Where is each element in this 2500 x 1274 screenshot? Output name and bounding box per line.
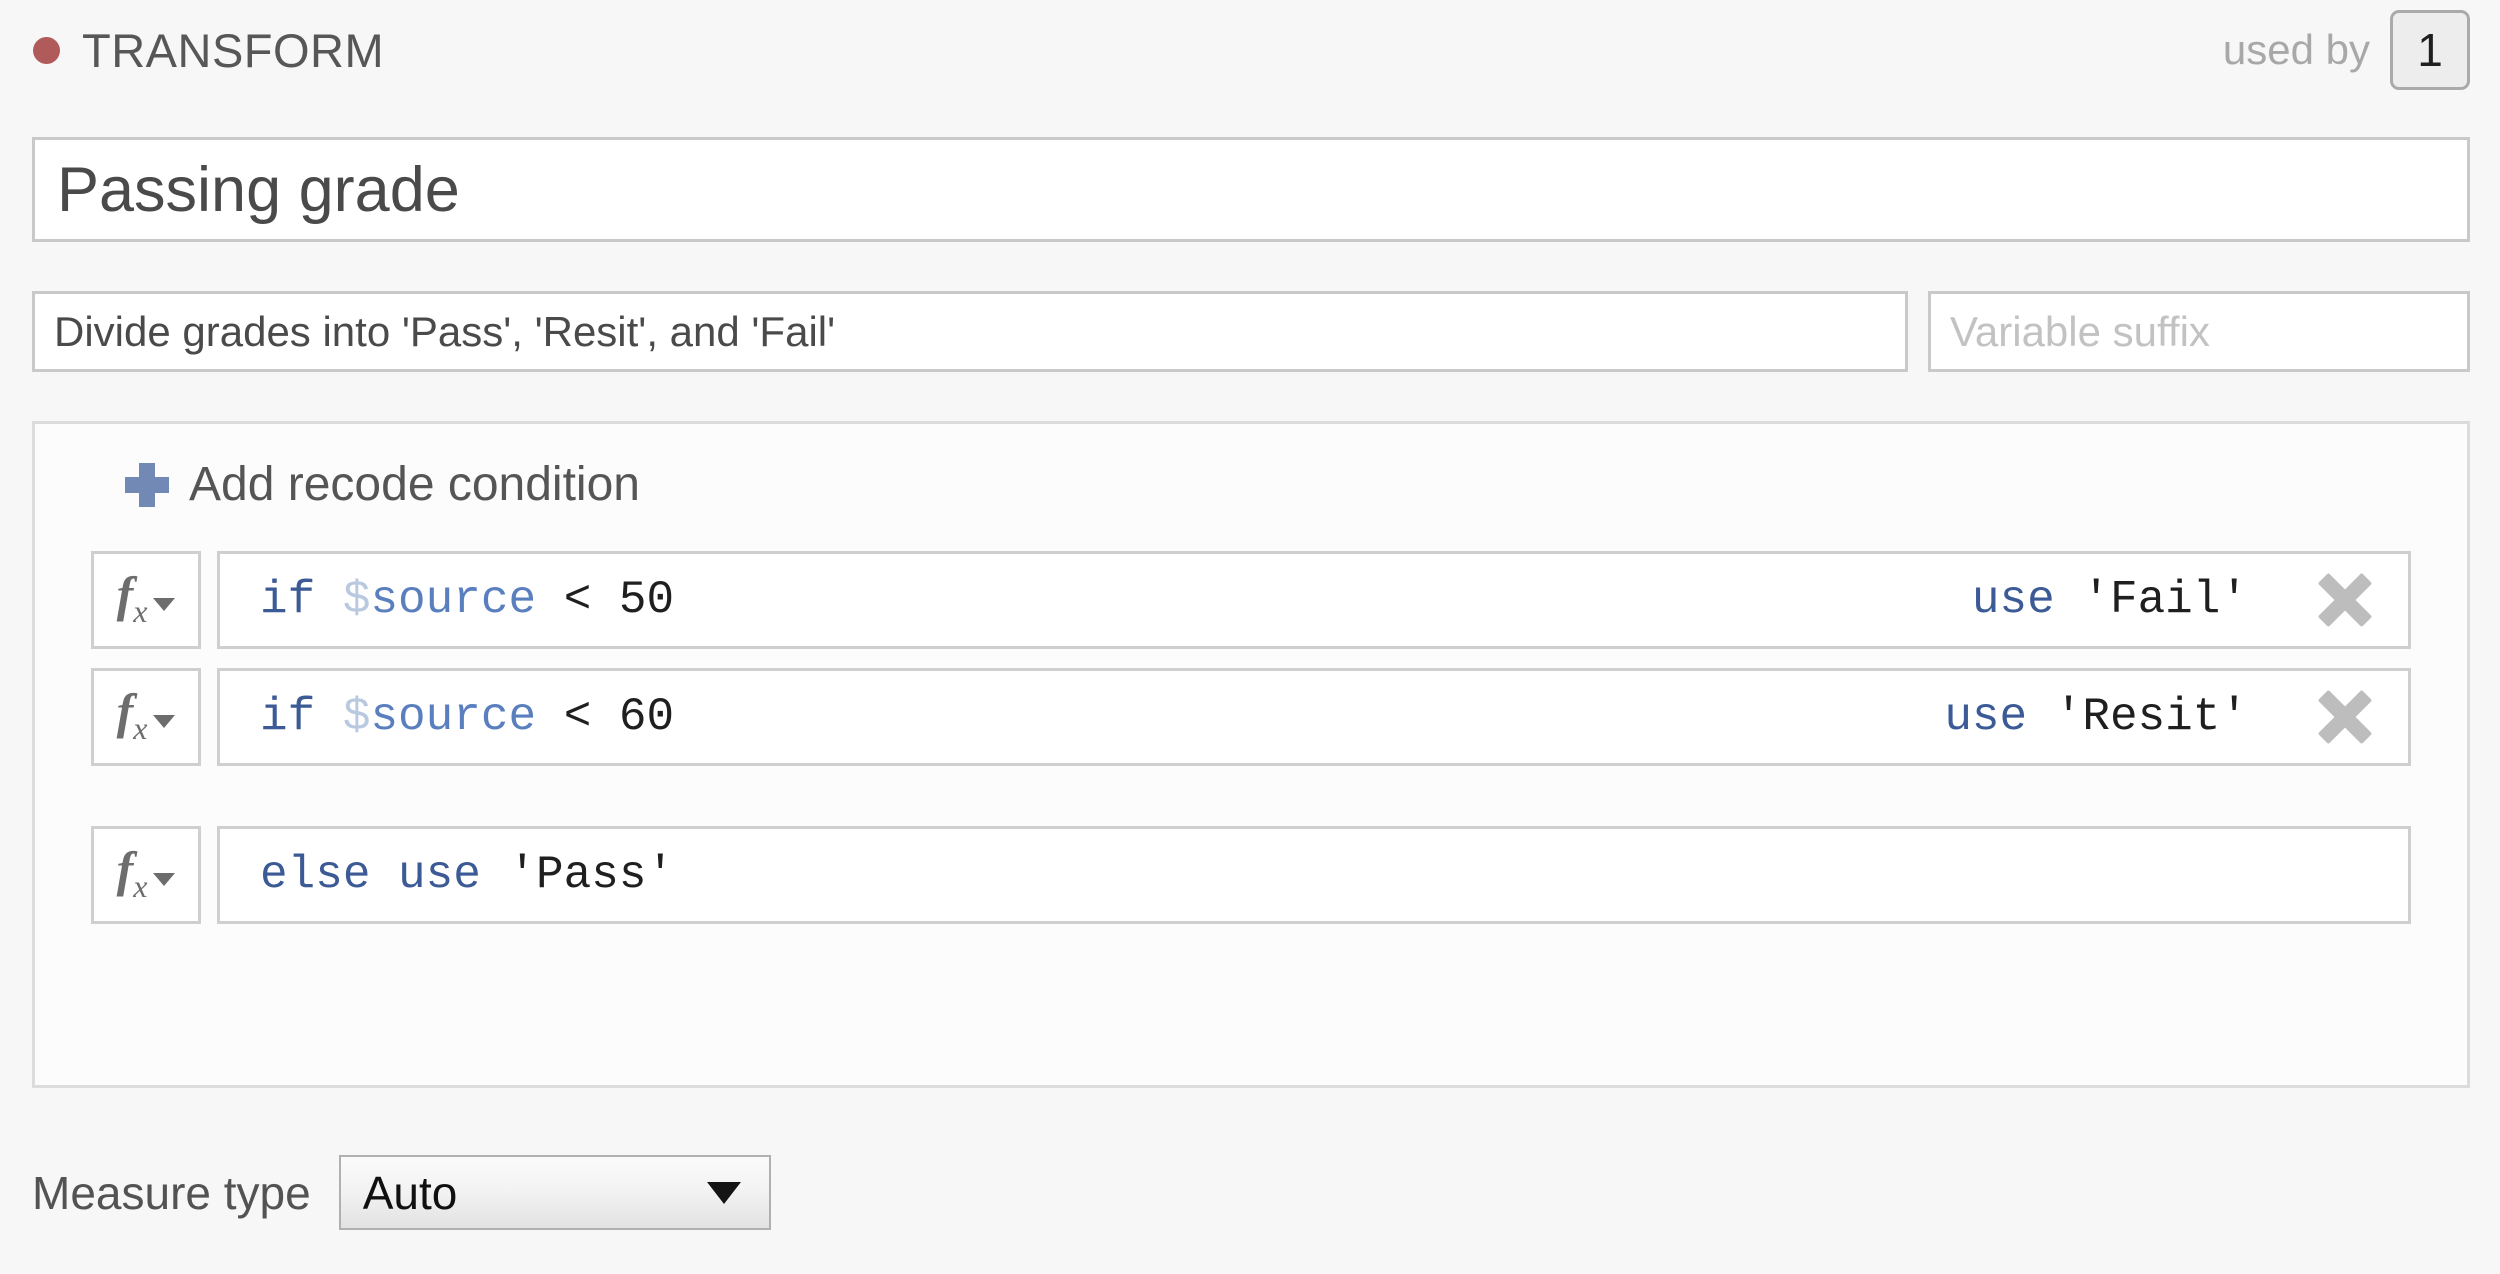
description-row: Divide grades into 'Pass', 'Resit', and … — [32, 291, 2470, 372]
recode-condition-row: fx if $source < 60 use 'Resit' — [91, 668, 2467, 766]
measure-type-label: Measure type — [32, 1166, 311, 1219]
if-keyword: if — [260, 691, 316, 743]
chevron-down-icon — [153, 872, 176, 886]
formula-mode-button[interactable]: fx — [91, 551, 201, 649]
use-keyword: use — [1971, 574, 2055, 626]
source-sigil: $ — [342, 574, 371, 626]
condition-operator: < 60 — [563, 691, 675, 743]
if-keyword: if — [260, 574, 316, 626]
use-value: 'Resit' — [2054, 691, 2248, 743]
measure-type-select[interactable]: Auto — [338, 1155, 771, 1230]
add-recode-condition-label: Add recode condition — [189, 458, 640, 511]
used-by-group: used by 1 — [2223, 10, 2470, 90]
recode-condition-list: fx if $source < 50 use 'Fail' fx if $sou… — [35, 551, 2467, 943]
transform-description-input[interactable]: Divide grades into 'Pass', 'Resit', and … — [32, 291, 1908, 372]
recode-condition-row: fx if $source < 50 use 'Fail' — [91, 551, 2467, 649]
fx-icon: fx — [116, 841, 148, 904]
transform-section-title: TRANSFORM — [82, 23, 385, 77]
else-formula-input[interactable]: else use 'Pass' — [217, 826, 2411, 924]
close-x-icon[interactable] — [2318, 573, 2372, 627]
transform-editor-panel: TRANSFORM used by 1 Passing grade Divide… — [0, 0, 2500, 1274]
condition-expression: if $source < 50 — [260, 574, 674, 626]
used-by-count-badge[interactable]: 1 — [2390, 10, 2470, 90]
fx-icon: fx — [116, 683, 148, 746]
formula-mode-button[interactable]: fx — [91, 668, 201, 766]
transform-name-input[interactable]: Passing grade — [32, 137, 2470, 242]
add-recode-condition-button[interactable]: Add recode condition — [125, 457, 640, 512]
else-keyword: else use — [260, 849, 481, 901]
formula-mode-button[interactable]: fx — [91, 826, 201, 924]
recode-else-row: fx else use 'Pass' — [91, 826, 2467, 924]
use-keyword: use — [1944, 691, 2028, 743]
transform-header: TRANSFORM used by 1 — [0, 0, 2500, 100]
fx-icon: fx — [116, 566, 148, 629]
condition-formula-input[interactable]: if $source < 50 use 'Fail' — [217, 551, 2411, 649]
else-expression: else use 'Pass' — [260, 849, 674, 901]
close-x-icon[interactable] — [2318, 690, 2372, 744]
else-value: 'Pass' — [508, 849, 675, 901]
chevron-down-icon — [706, 1181, 741, 1204]
use-value: 'Fail' — [2082, 574, 2248, 626]
condition-result: use 'Resit' — [1944, 691, 2248, 743]
source-variable: source — [370, 574, 537, 626]
variable-suffix-input[interactable]: Variable suffix — [1928, 291, 2470, 372]
recode-conditions-panel: Add recode condition fx if $source < 50 … — [32, 421, 2470, 1088]
source-sigil: $ — [342, 691, 371, 743]
condition-result: use 'Fail' — [1972, 574, 2248, 626]
measure-type-value: Auto — [362, 1166, 458, 1219]
condition-formula-input[interactable]: if $source < 60 use 'Resit' — [217, 668, 2411, 766]
measure-type-row: Measure type Auto — [32, 1155, 771, 1230]
plus-icon — [125, 462, 169, 507]
condition-operator: < 50 — [563, 574, 675, 626]
used-by-label: used by — [2222, 26, 2370, 73]
source-variable: source — [370, 691, 537, 743]
transform-status-dot — [33, 36, 60, 64]
condition-expression: if $source < 60 — [260, 691, 674, 743]
chevron-down-icon — [153, 597, 176, 611]
chevron-down-icon — [153, 714, 176, 728]
